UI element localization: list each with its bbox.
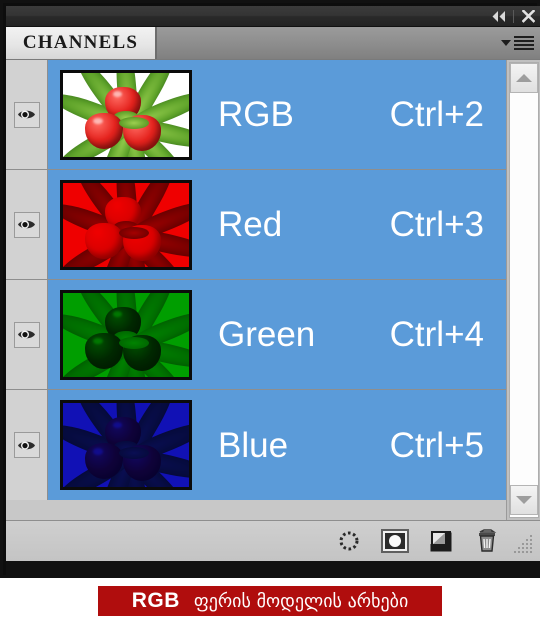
stem [119,336,149,349]
channels-list: RGB Ctrl+2 Red Ctrl+3 Green Ctrl+4 Blue … [6,60,506,520]
new-channel-icon [430,531,452,552]
resize-grip-icon[interactable] [512,533,534,555]
caption-text: ფერის მოდელის არხები [193,590,409,612]
load-channel-as-selection-button[interactable] [326,524,372,558]
channel-thumbnail [60,179,192,270]
caption-banner: RGB ფერის მოდელის არხები [98,586,442,616]
channel-shortcut: Ctrl+4 [389,315,484,354]
table-row[interactable]: RGB Ctrl+2 [6,60,506,170]
channel-row-rgb[interactable]: RGB Ctrl+2 [48,60,506,169]
collapse-to-icons-button[interactable] [487,6,511,26]
tabstrip-filler [157,27,540,59]
channel-name: RGB [218,95,294,134]
stem [119,447,149,459]
channel-row-green[interactable]: Green Ctrl+4 [48,280,506,389]
close-button[interactable] [516,6,540,26]
channel-visibility-toggle[interactable] [6,60,48,169]
vertical-scrollbar[interactable] [506,60,540,520]
channel-thumbnail [60,289,192,380]
chevron-down-icon [501,40,511,46]
scroll-down-button[interactable] [510,485,538,515]
channel-thumbnail [60,400,192,490]
channels-list-empty-space [6,500,506,520]
eye-icon [18,441,35,449]
window-titlebar [6,6,540,27]
channel-visibility-toggle[interactable] [6,280,48,389]
channel-thumbnail [60,69,192,160]
double-left-arrow-icon [492,10,505,22]
eye-icon-box [13,101,40,128]
table-row[interactable]: Blue Ctrl+5 [6,390,506,500]
berry [85,112,123,149]
eye-icon-box [13,432,40,458]
delete-channel-button[interactable] [464,524,510,558]
save-selection-as-channel-button[interactable] [372,524,418,558]
channel-shortcut: Ctrl+3 [389,205,484,244]
chevron-up-icon [516,74,532,82]
channel-name: Green [218,315,316,354]
scrollbar-track[interactable] [509,62,539,518]
tab-channels[interactable]: CHANNELS [6,27,157,59]
scroll-up-button[interactable] [510,63,538,93]
table-row[interactable]: Green Ctrl+4 [6,280,506,390]
channel-shortcut: Ctrl+5 [389,425,484,465]
titlebar-separator [513,9,514,23]
channel-row-blue[interactable]: Blue Ctrl+5 [48,390,506,500]
eye-icon [18,110,35,119]
channels-panel-window: CHANNELS RGB Ctrl+2 Red Ctrl+3 Green Ctr… [0,0,540,578]
strawberry-artwork [63,182,189,267]
chevron-down-icon [516,496,532,504]
channel-name: Blue [218,425,289,465]
strawberry-artwork [63,292,189,377]
delete-channel-icon [479,529,497,552]
panel-tabstrip: CHANNELS [6,27,540,59]
channels-footer-toolbar [6,520,540,561]
channel-visibility-toggle[interactable] [6,390,48,500]
berry [85,222,123,259]
berry [85,332,123,369]
channel-name: Red [218,205,283,244]
strawberry-artwork [63,403,189,487]
channel-visibility-toggle[interactable] [6,170,48,279]
window-bottom-edge [6,561,540,578]
hamburger-menu-icon [514,36,534,50]
eye-icon-box [13,321,40,348]
strawberry-artwork [63,72,189,157]
tab-channels-label: CHANNELS [22,32,139,53]
stem [119,116,149,129]
channel-shortcut: Ctrl+2 [389,95,484,134]
eye-icon-box [13,211,40,238]
panel-menu-button[interactable] [501,36,534,50]
channel-row-red[interactable]: Red Ctrl+3 [48,170,506,279]
caption-prefix: RGB [131,589,180,612]
save-selection-as-channel-icon [381,529,409,553]
stem [119,226,149,239]
eye-icon [18,220,35,229]
channels-list-body: RGB Ctrl+2 Red Ctrl+3 Green Ctrl+4 Blue … [6,59,540,520]
new-channel-button[interactable] [418,524,464,558]
close-x-icon [521,9,535,23]
table-row[interactable]: Red Ctrl+3 [6,170,506,280]
load-channel-as-selection-icon [339,531,359,551]
eye-icon [18,330,35,339]
